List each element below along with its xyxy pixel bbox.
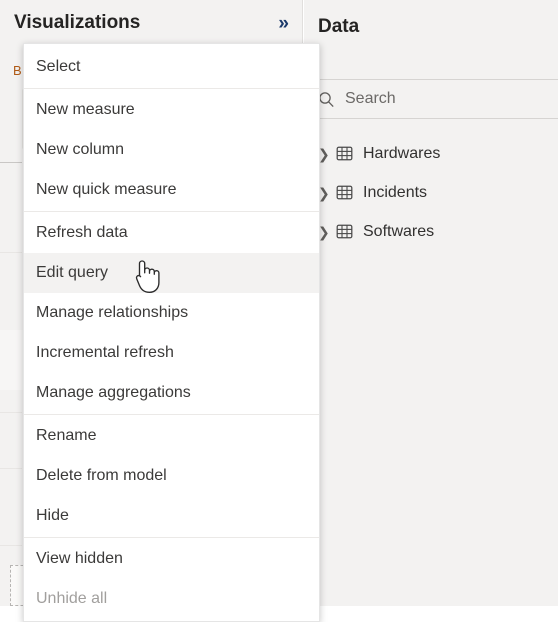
chevron-double-right-icon[interactable]: » — [274, 14, 291, 33]
build-visual-label: B — [13, 63, 22, 78]
visualizations-hairline-4 — [0, 545, 22, 546]
tree-item-label: Softwares — [363, 222, 435, 240]
tree-item-label: Incidents — [363, 183, 428, 201]
tree-item-incidents[interactable]: ❯ Incidents — [304, 173, 558, 212]
data-pane-title: Data — [318, 16, 360, 37]
menu-item-refresh-data[interactable]: Refresh data — [24, 213, 319, 253]
menu-item-rename[interactable]: Rename — [24, 416, 319, 456]
tree-item-softwares[interactable]: ❯ Softwares — [304, 212, 558, 251]
menu-item-hide[interactable]: Hide — [24, 496, 319, 536]
visualizations-pane-header: Visualizations » — [0, 6, 303, 40]
chevron-right-icon[interactable]: ❯ — [318, 186, 336, 200]
data-table-tree: ❯ Hardwares ❯ Incidents ❯ Softwares — [304, 134, 558, 251]
table-icon — [336, 184, 353, 201]
menu-separator — [24, 537, 319, 538]
table-context-menu[interactable]: Select New measure New column New quick mea… — [23, 43, 320, 622]
menu-item-select[interactable]: Select — [24, 47, 319, 87]
data-search-box[interactable] — [304, 79, 558, 119]
table-icon — [336, 145, 353, 162]
search-icon — [318, 91, 335, 108]
visualizations-pane-title: Visualizations — [14, 12, 141, 33]
table-icon — [336, 223, 353, 240]
menu-item-delete-from-model[interactable]: Delete from model — [24, 456, 319, 496]
menu-item-edit-query[interactable]: Edit query — [24, 253, 319, 293]
visualizations-hairline-3 — [0, 468, 22, 469]
menu-item-new-quick-measure[interactable]: New quick measure — [24, 170, 319, 210]
visualizations-divider — [0, 162, 22, 163]
power-bi-desktop-panes: Visualizations » B Data ❯ — [0, 0, 558, 622]
chevron-right-icon[interactable]: ❯ — [318, 225, 336, 239]
visualizations-hairline-1 — [0, 252, 22, 253]
search-input[interactable] — [345, 90, 535, 108]
menu-separator — [24, 211, 319, 212]
data-pane: Data ❯ — [304, 0, 558, 606]
tree-item-label: Hardwares — [363, 144, 441, 162]
menu-item-manage-relationships[interactable]: Manage relationships — [24, 293, 319, 333]
menu-item-new-measure[interactable]: New measure — [24, 90, 319, 130]
menu-item-new-column[interactable]: New column — [24, 130, 319, 170]
menu-item-incremental-refresh[interactable]: Incremental refresh — [24, 333, 319, 373]
menu-separator — [24, 88, 319, 89]
visualizations-field-well-placeholder — [0, 330, 24, 390]
menu-separator — [24, 414, 319, 415]
menu-item-view-hidden[interactable]: View hidden — [24, 539, 319, 579]
menu-item-unhide-all: Unhide all — [36, 590, 108, 607]
menu-item-manage-aggregations[interactable]: Manage aggregations — [24, 373, 319, 413]
visualizations-hairline-2 — [0, 412, 22, 413]
tree-item-hardwares[interactable]: ❯ Hardwares — [304, 134, 558, 173]
chevron-right-icon[interactable]: ❯ — [318, 147, 336, 161]
